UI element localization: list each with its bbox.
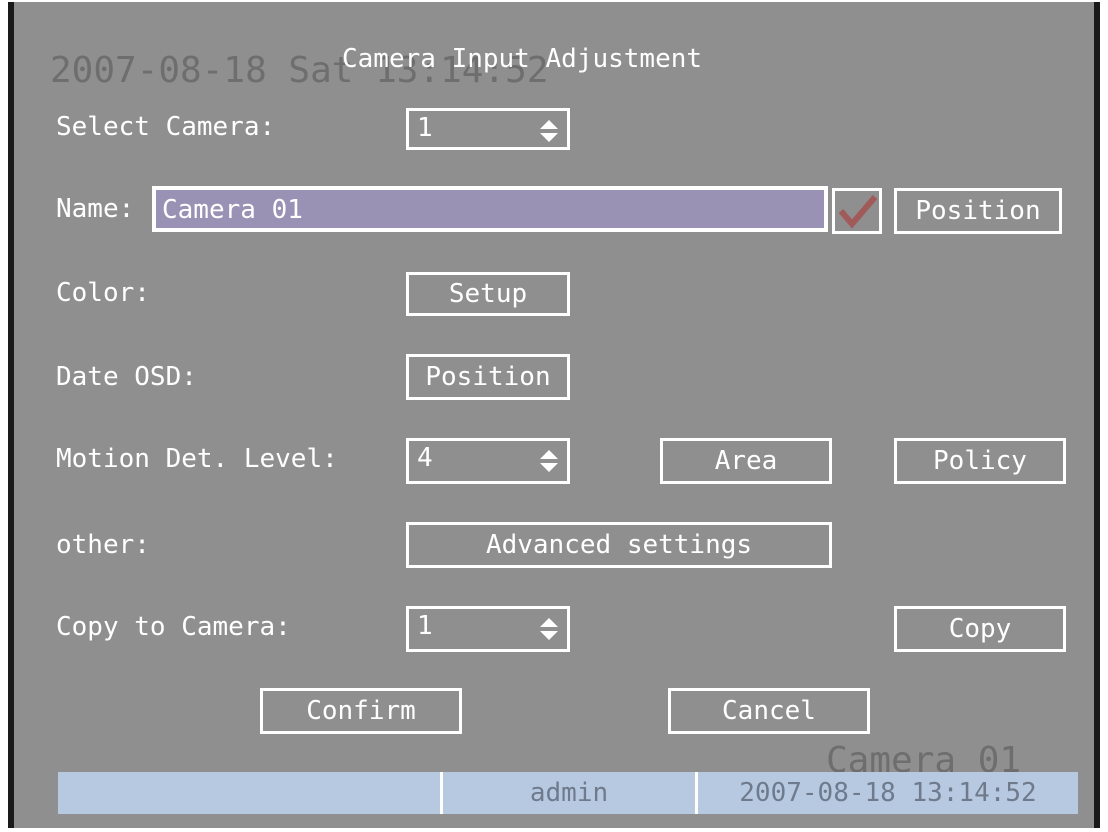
camera-name-field[interactable]: Camera 01 — [152, 186, 828, 232]
name-display-checkbox[interactable] — [832, 188, 882, 234]
status-datetime: 2007-08-18 13:14:52 — [739, 778, 1037, 808]
status-user: admin — [529, 778, 609, 808]
select-camera-value: 1 — [417, 113, 433, 143]
up-down-arrows-icon — [540, 618, 558, 640]
motion-policy-button[interactable]: Policy — [894, 438, 1066, 484]
advanced-settings-button[interactable]: Advanced settings — [406, 522, 832, 568]
date-osd-label: Date OSD: — [56, 362, 197, 392]
camera-name-value: Camera 01 — [162, 195, 303, 225]
copy-to-camera-value: 1 — [417, 611, 433, 641]
up-down-arrows-icon — [540, 120, 558, 142]
color-setup-button[interactable]: Setup — [406, 272, 570, 316]
up-down-arrows-icon — [540, 450, 558, 472]
other-label: other: — [56, 530, 150, 560]
motion-level-value: 4 — [417, 443, 433, 473]
motion-level-label: Motion Det. Level: — [56, 444, 338, 474]
name-position-button[interactable]: Position — [894, 188, 1062, 234]
status-left-segment — [58, 772, 442, 814]
copy-to-camera-label: Copy to Camera: — [56, 612, 291, 642]
checkmark-icon — [838, 195, 878, 229]
select-camera-label: Select Camera: — [56, 112, 276, 142]
dvr-screen: 2007-08-18 Sat 13:14:52 Camera 01 Camera… — [8, 2, 1100, 828]
name-label: Name: — [56, 194, 135, 224]
cancel-button[interactable]: Cancel — [668, 688, 870, 734]
copy-to-camera-spinner[interactable]: 1 — [406, 606, 570, 652]
copy-button[interactable]: Copy — [894, 606, 1066, 652]
status-bar: admin 2007-08-18 13:14:52 — [58, 772, 1078, 814]
dialog-title: Camera Input Adjustment — [342, 44, 703, 74]
color-label: Color: — [56, 278, 150, 308]
select-camera-spinner[interactable]: 1 — [406, 108, 570, 150]
motion-level-spinner[interactable]: 4 — [406, 438, 570, 484]
confirm-button[interactable]: Confirm — [260, 688, 462, 734]
date-osd-position-button[interactable]: Position — [406, 354, 570, 400]
motion-area-button[interactable]: Area — [660, 438, 832, 484]
